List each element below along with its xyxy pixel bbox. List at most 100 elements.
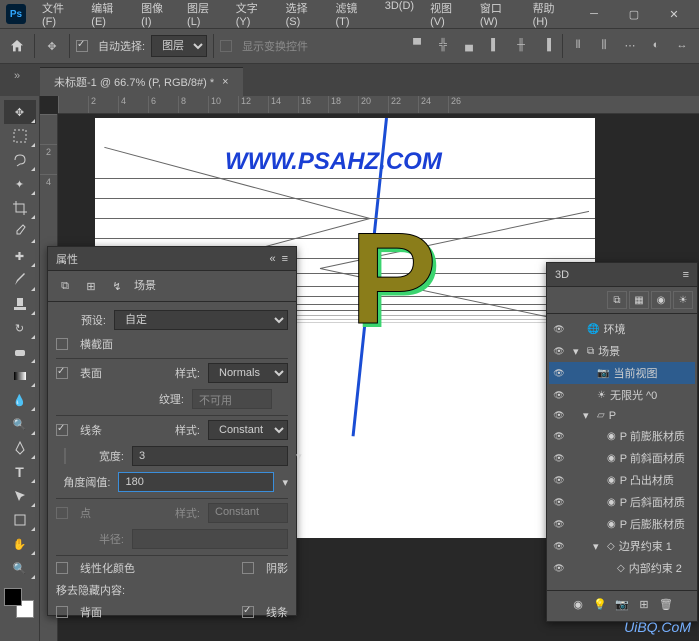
menu-filter[interactable]: 滤镜(T): [327, 0, 376, 32]
surface-checkbox[interactable]: [56, 367, 68, 379]
visibility-icon[interactable]: 👁: [553, 518, 565, 530]
new-icon[interactable]: ⊞: [635, 595, 653, 613]
shape-tool[interactable]: [4, 508, 36, 532]
scene-icon[interactable]: ⧉: [56, 277, 74, 295]
pen-tool[interactable]: [4, 436, 36, 460]
filter-mesh-icon[interactable]: ▦: [629, 291, 649, 309]
gradient-tool[interactable]: [4, 364, 36, 388]
3d-item[interactable]: 👁▾⧉场景: [549, 340, 695, 362]
lines2-checkbox[interactable]: [242, 606, 254, 618]
backface-checkbox[interactable]: [56, 606, 68, 618]
3d-item[interactable]: 👁 ◉P 后膨胀材质: [549, 513, 695, 535]
crop-tool[interactable]: [4, 196, 36, 220]
move-tool-icon[interactable]: ✥: [41, 35, 63, 57]
mesh-icon[interactable]: ⊞: [82, 277, 100, 295]
minimize-button[interactable]: ─: [575, 2, 613, 26]
move-tool[interactable]: ✥: [4, 100, 36, 124]
align-top-icon[interactable]: ▀: [406, 34, 428, 56]
align-bottom-icon[interactable]: ▄: [458, 34, 480, 56]
menu-type[interactable]: 文字(Y): [228, 0, 278, 32]
hand-tool[interactable]: ✋: [4, 532, 36, 556]
visibility-icon[interactable]: 👁: [553, 496, 565, 508]
dodge-tool[interactable]: 🔍: [4, 412, 36, 436]
light-icon[interactable]: 💡: [591, 595, 609, 613]
home-icon[interactable]: [6, 35, 28, 57]
surface-style-select[interactable]: Normals: [208, 363, 288, 383]
3d-item[interactable]: 👁 ◇内部约束 2: [549, 557, 695, 574]
eraser-tool[interactable]: [4, 340, 36, 364]
3d-item[interactable]: 👁 📷当前视图: [549, 362, 695, 384]
menu-edit[interactable]: 编辑(E): [83, 0, 133, 32]
color-swatches[interactable]: [4, 588, 34, 618]
menu-file[interactable]: 文件(F): [34, 0, 83, 32]
document-tab[interactable]: 未标题-1 @ 66.7% (P, RGB/8#) * ×: [40, 67, 243, 96]
visibility-icon[interactable]: 👁: [553, 323, 565, 335]
panel-menu-icon[interactable]: ≡: [683, 269, 689, 281]
close-document-icon[interactable]: ×: [222, 76, 228, 88]
path-select-tool[interactable]: [4, 484, 36, 508]
type-tool[interactable]: T: [4, 460, 36, 484]
line-color-swatch[interactable]: [64, 448, 66, 464]
visibility-icon[interactable]: 👁: [553, 474, 565, 486]
foreground-color[interactable]: [4, 588, 22, 606]
angle-input[interactable]: [118, 472, 274, 492]
visibility-icon[interactable]: 👁: [553, 540, 565, 552]
dropdown-icon[interactable]: ▾: [282, 476, 288, 489]
align-left-icon[interactable]: ▌: [484, 34, 506, 56]
width-input[interactable]: [132, 446, 288, 466]
3d-item[interactable]: 👁 ◉P 前膨胀材质: [549, 425, 695, 447]
auto-select-checkbox[interactable]: [76, 40, 88, 52]
zoom-tool[interactable]: 🔍: [4, 556, 36, 580]
menu-window[interactable]: 窗口(W): [472, 0, 525, 32]
cross-section-checkbox[interactable]: [56, 338, 68, 350]
close-button[interactable]: ✕: [655, 2, 693, 26]
maximize-button[interactable]: ▢: [615, 2, 653, 26]
coords-icon[interactable]: ↯: [108, 277, 126, 295]
3d-item[interactable]: 👁 🌐环境: [549, 318, 695, 340]
3d-item[interactable]: 👁 ◉P 前斜面材质: [549, 447, 695, 469]
3d-item[interactable]: 👁 ◉P 凸出材质: [549, 469, 695, 491]
3d-mode-icon[interactable]: ◐: [645, 34, 667, 56]
delete-icon[interactable]: 🗑: [657, 595, 675, 613]
menu-3d[interactable]: 3D(D): [377, 0, 422, 32]
panel-title[interactable]: 属性: [56, 251, 269, 267]
filter-light-icon[interactable]: ☀: [673, 291, 693, 309]
menu-image[interactable]: 图像(I): [133, 0, 179, 32]
align-hcenter-icon[interactable]: ╫: [510, 34, 532, 56]
expand-icon[interactable]: ▾: [573, 345, 583, 358]
expand-panels-icon[interactable]: »: [14, 70, 20, 82]
layer-group-select[interactable]: 图层: [151, 35, 207, 57]
distribute-icon[interactable]: ⫴: [567, 34, 589, 56]
distribute-icon[interactable]: ⋯: [619, 34, 641, 56]
visibility-icon[interactable]: 👁: [553, 410, 565, 422]
wand-tool[interactable]: ✦: [4, 172, 36, 196]
stamp-tool[interactable]: [4, 292, 36, 316]
3d-item[interactable]: 👁 ◉P 后斜面材质: [549, 491, 695, 513]
visibility-icon[interactable]: 👁: [553, 562, 565, 574]
blur-tool[interactable]: 💧: [4, 388, 36, 412]
points-checkbox[interactable]: [56, 507, 68, 519]
menu-help[interactable]: 帮助(H): [525, 0, 575, 32]
healing-tool[interactable]: ✚: [4, 244, 36, 268]
visibility-icon[interactable]: 👁: [553, 452, 565, 464]
filter-material-icon[interactable]: ◉: [651, 291, 671, 309]
3d-item[interactable]: 👁▾▱P: [549, 406, 695, 425]
brush-tool[interactable]: [4, 268, 36, 292]
lines-checkbox[interactable]: [56, 424, 68, 436]
expand-icon[interactable]: ▾: [593, 540, 603, 553]
eyedropper-tool[interactable]: [4, 220, 36, 244]
align-right-icon[interactable]: ▐: [536, 34, 558, 56]
collapse-icon[interactable]: «: [269, 253, 275, 265]
lasso-tool[interactable]: [4, 148, 36, 172]
panel-menu-icon[interactable]: ≡: [282, 253, 288, 265]
marquee-tool[interactable]: [4, 124, 36, 148]
panel-title[interactable]: 3D: [555, 269, 683, 281]
filter-scene-icon[interactable]: ⧉: [607, 291, 627, 309]
linearize-checkbox[interactable]: [56, 562, 68, 574]
shadow-checkbox[interactable]: [242, 562, 254, 574]
align-vcenter-icon[interactable]: ╬: [432, 34, 454, 56]
camera-icon[interactable]: 📷: [613, 595, 631, 613]
menu-view[interactable]: 视图(V): [422, 0, 472, 32]
preset-select[interactable]: 自定: [114, 310, 288, 330]
transform-controls-checkbox[interactable]: [220, 40, 232, 52]
